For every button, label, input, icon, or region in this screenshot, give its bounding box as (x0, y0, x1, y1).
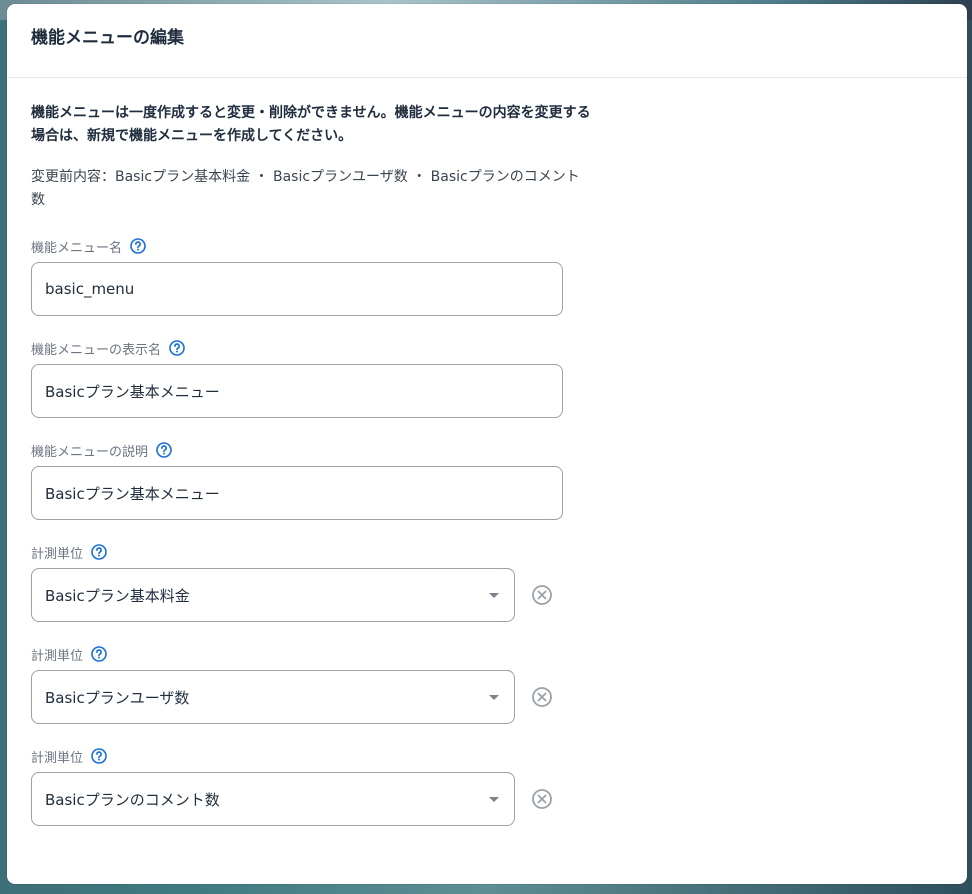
display-name-label: 機能メニューの表示名 (31, 342, 162, 358)
question-circle-icon[interactable] (156, 442, 172, 458)
description-label: 機能メニューの説明 (31, 444, 149, 460)
edit-feature-menu-modal: 機能メニューの編集 機能メニューは一度作成すると変更・削除ができません。機能メニ… (7, 4, 967, 884)
unit-label: 計測単位 (31, 750, 84, 766)
unit-select[interactable]: Basicプランユーザ数 (31, 670, 515, 724)
caret-down-icon (489, 694, 499, 700)
unit-select-value: Basicプラン基本料金 (45, 586, 190, 605)
modal-title: 機能メニューの編集 (31, 28, 184, 48)
unit-select[interactable]: Basicプランのコメント数 (31, 772, 515, 826)
field-unit-3: 計測単位 Basicプランのコメント数 (31, 746, 591, 826)
remove-unit-button[interactable] (531, 584, 553, 606)
remove-unit-button[interactable] (531, 686, 553, 708)
field-display-name: 機能メニューの表示名 (31, 338, 591, 418)
display-name-input[interactable] (31, 364, 563, 418)
unit-label: 計測単位 (31, 546, 84, 562)
unit-select-value: Basicプランのコメント数 (45, 790, 220, 809)
caret-down-icon (489, 796, 499, 802)
warning-notice: 機能メニューは一度作成すると変更・削除ができません。機能メニューの内容を変更する… (31, 105, 591, 144)
field-description: 機能メニューの説明 (31, 440, 591, 520)
remove-unit-button[interactable] (531, 788, 553, 810)
previous-content-text: 変更前内容：Basicプラン基本料金 ・ Basicプランユーザ数 ・ Basi… (31, 169, 580, 208)
question-circle-icon[interactable] (91, 646, 107, 662)
field-unit-1: 計測単位 Basicプラン基本料金 (31, 542, 591, 622)
question-circle-icon[interactable] (169, 340, 185, 356)
question-circle-icon[interactable] (91, 544, 107, 560)
unit-label: 計測単位 (31, 648, 84, 664)
caret-down-icon (489, 592, 499, 598)
modal-body: 機能メニューは一度作成すると変更・削除ができません。機能メニューの内容を変更する… (7, 78, 615, 826)
menu-name-input[interactable] (31, 262, 563, 316)
description-input[interactable] (31, 466, 563, 520)
field-menu-name: 機能メニュー名 (31, 236, 591, 316)
question-circle-icon[interactable] (130, 238, 146, 254)
modal-header: 機能メニューの編集 (7, 4, 967, 78)
menu-name-label: 機能メニュー名 (31, 240, 123, 256)
unit-select[interactable]: Basicプラン基本料金 (31, 568, 515, 622)
unit-select-value: Basicプランユーザ数 (45, 688, 190, 707)
field-unit-2: 計測単位 Basicプランユーザ数 (31, 644, 591, 724)
question-circle-icon[interactable] (91, 748, 107, 764)
